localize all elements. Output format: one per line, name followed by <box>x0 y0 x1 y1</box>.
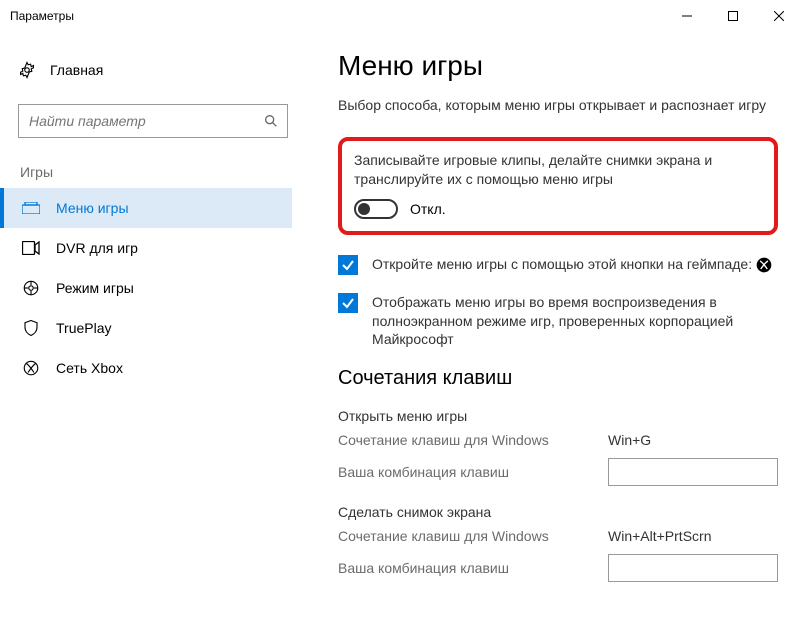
checkbox-fullscreen[interactable] <box>338 293 358 313</box>
search-input[interactable] <box>19 105 287 137</box>
nav-label: Меню игры <box>56 200 129 216</box>
shortcut-custom-input[interactable] <box>608 554 778 582</box>
gear-icon <box>18 61 36 79</box>
minimize-button[interactable] <box>664 0 710 32</box>
shortcut-windows-label: Сочетание клавиш для Windows <box>338 432 588 448</box>
shortcut-custom-label: Ваша комбинация клавиш <box>338 464 588 480</box>
checkbox-fullscreen-label: Отображать меню игры во время воспроизве… <box>372 293 778 350</box>
nav-label: DVR для игр <box>56 240 138 256</box>
page-subtitle: Выбор способа, которым меню игры открыва… <box>338 96 778 115</box>
checkbox-gamepad[interactable] <box>338 255 358 275</box>
window-title: Параметры <box>10 9 74 23</box>
sidebar: Главная Игры Меню игры DVR для игр <box>0 32 310 633</box>
trueplay-icon <box>22 319 40 337</box>
shortcuts-heading: Сочетания клавиш <box>338 367 778 390</box>
nav-item-trueplay[interactable]: TruePlay <box>0 308 292 348</box>
page-title: Меню игры <box>338 50 778 82</box>
titlebar-buttons <box>664 0 802 32</box>
main-content: Меню игры Выбор способа, которым меню иг… <box>310 32 802 633</box>
group-title: Сделать снимок экрана <box>338 504 778 520</box>
record-highlight: Записывайте игровые клипы, делайте снимк… <box>338 137 778 235</box>
nav-label: Сеть Xbox <box>56 360 123 376</box>
shortcut-custom-input[interactable] <box>608 458 778 486</box>
shortcut-custom-label: Ваша комбинация клавиш <box>338 560 588 576</box>
xbox-network-icon <box>22 359 40 377</box>
nav-label: TruePlay <box>56 320 112 336</box>
nav: Меню игры DVR для игр Режим игры TruePla… <box>0 188 292 388</box>
shortcut-windows-value: Win+Alt+PrtScrn <box>608 528 778 544</box>
xbox-icon <box>756 257 772 273</box>
record-toggle[interactable] <box>354 199 398 219</box>
close-button[interactable] <box>756 0 802 32</box>
nav-label: Режим игры <box>56 280 134 296</box>
game-mode-icon <box>22 279 40 297</box>
maximize-button[interactable] <box>710 0 756 32</box>
nav-item-game-mode[interactable]: Режим игры <box>0 268 292 308</box>
dvr-icon <box>22 239 40 257</box>
section-label: Игры <box>18 164 292 180</box>
home-link[interactable]: Главная <box>18 50 292 90</box>
record-desc: Записывайте игровые клипы, делайте снимк… <box>354 151 762 189</box>
nav-item-game-bar[interactable]: Меню игры <box>0 188 292 228</box>
shortcut-group-open: Открыть меню игры Сочетание клавиш для W… <box>338 408 778 486</box>
record-toggle-state: Откл. <box>410 201 446 217</box>
nav-item-game-dvr[interactable]: DVR для игр <box>0 228 292 268</box>
search-icon <box>263 113 279 129</box>
nav-item-xbox-network[interactable]: Сеть Xbox <box>0 348 292 388</box>
shortcut-windows-value: Win+G <box>608 432 778 448</box>
checkbox-gamepad-label: Откройте меню игры с помощью этой кнопки… <box>372 255 772 274</box>
search-box[interactable] <box>18 104 288 138</box>
group-title: Открыть меню игры <box>338 408 778 424</box>
game-bar-icon <box>22 199 40 217</box>
titlebar: Параметры <box>0 0 802 32</box>
shortcut-group-screenshot: Сделать снимок экрана Сочетание клавиш д… <box>338 504 778 582</box>
shortcut-windows-label: Сочетание клавиш для Windows <box>338 528 588 544</box>
home-label: Главная <box>50 62 103 78</box>
